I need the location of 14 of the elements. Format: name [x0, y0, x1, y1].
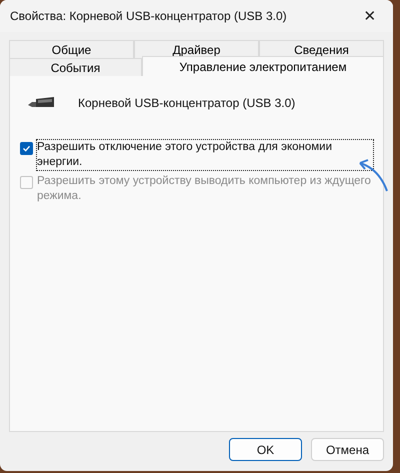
window-title: Свойства: Корневой USB-концентратор (USB 3.0) [10, 9, 287, 23]
device-name: Корневой USB-концентратор (USB 3.0) [78, 96, 296, 110]
option-label: Разрешить отключение этого устройства для экономии энергии. [37, 140, 373, 170]
dialog-button[interactable]: Отмена [311, 438, 384, 461]
checkbox[interactable] [20, 142, 33, 155]
close-button[interactable]: ✕ [347, 0, 393, 32]
tab[interactable]: События [9, 58, 142, 76]
option-label: Разрешить этому устройству выводить компьютер из ждущего режима. [37, 174, 372, 204]
usb-plug-icon [26, 96, 56, 110]
tab[interactable]: Общие [9, 40, 134, 58]
dialog-button[interactable]: OK [229, 438, 302, 461]
tab[interactable]: Управление электропитанием [142, 56, 384, 76]
tab[interactable]: Драйвер [134, 40, 259, 58]
checkmark-icon [22, 144, 31, 153]
